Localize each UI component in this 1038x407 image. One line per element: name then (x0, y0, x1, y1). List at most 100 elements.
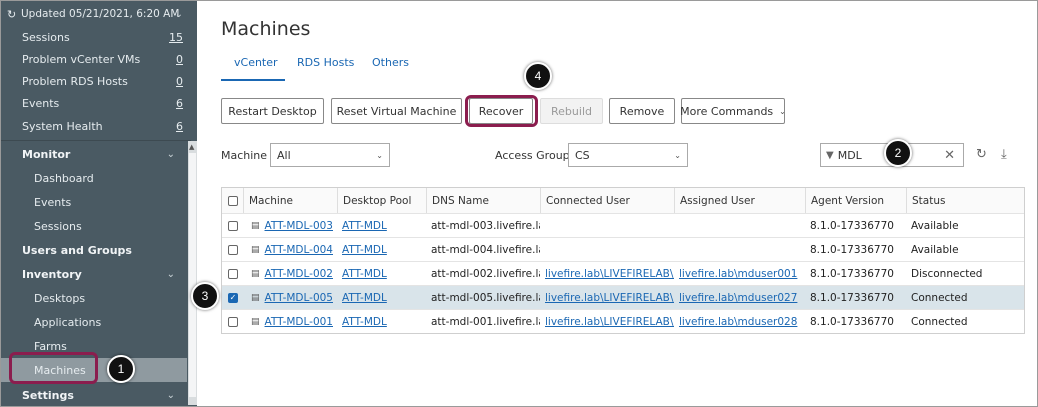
sidebar-group-inventory[interactable]: Inventory ⌄ (1, 263, 187, 285)
row-checkbox[interactable] (228, 268, 238, 279)
status-value: Available (911, 243, 959, 256)
connected-value[interactable]: livefire.lab\LIVEFIRELAB\... (545, 268, 674, 280)
assigned-value[interactable]: livefire.lab\mduser027 (679, 292, 797, 304)
stat-label: Sessions (22, 30, 70, 44)
row-checkbox[interactable] (228, 244, 238, 255)
scroll-up-icon[interactable]: ▲ (189, 143, 194, 151)
cell-dns: att-mdl-003.livefire.lab (426, 214, 540, 237)
access-group-value: CS (575, 148, 590, 162)
row-checkbox-cell[interactable] (222, 214, 244, 237)
sidebar-item-dashboard[interactable]: Dashboard (1, 167, 187, 189)
dns-value: att-mdl-003.livefire.lab (431, 219, 540, 232)
row-checkbox[interactable] (228, 316, 238, 327)
more-commands-button[interactable]: More Commands ⌄ (680, 98, 786, 124)
callout-2: 2 (884, 139, 912, 167)
sidebar-group-label: Inventory (22, 267, 82, 281)
sidebar-item-users-and-groups[interactable]: Users and Groups (1, 239, 187, 261)
table-row[interactable]: ▤ ATT-MDL-002 ATT-MDL att-mdl-002.livefire.… (222, 261, 1024, 285)
status-value: Connected (911, 291, 968, 304)
access-group-select[interactable]: CS ⌄ (568, 143, 688, 167)
sidebar-group-settings[interactable]: Settings ⌄ (1, 384, 187, 406)
column-header-assigned-user[interactable]: Assigned User (674, 188, 805, 213)
assigned-value[interactable]: livefire.lab\mduser028 (679, 316, 797, 328)
table-row[interactable]: ✓ ▤ ATT-MDL-005 ATT-MDL att-mdl-005.livefire… (222, 285, 1024, 309)
refresh-icon[interactable]: ↻ (976, 147, 987, 162)
tab-vcenter[interactable]: vCenter (234, 56, 278, 69)
restart-desktop-button[interactable]: Restart Desktop (221, 98, 324, 124)
machine-value[interactable]: ATT-MDL-004 (265, 244, 333, 256)
pool-value[interactable]: ATT-MDL (342, 220, 387, 232)
sidebar-item-sessions[interactable]: Sessions (1, 215, 187, 237)
row-checkbox[interactable] (228, 220, 238, 231)
reset-virtual-machine-button[interactable]: Reset Virtual Machine (331, 98, 462, 124)
pool-value[interactable]: ATT-MDL (342, 316, 387, 328)
pool-value[interactable]: ATT-MDL (342, 244, 387, 256)
column-header-status[interactable]: Status (906, 188, 1024, 213)
stat-events[interactable]: Events 6 (1, 92, 187, 114)
table-row[interactable]: ▤ ATT-MDL-004 ATT-MDL att-mdl-004.livefire.… (222, 237, 1024, 261)
row-checkbox-cell[interactable] (222, 310, 244, 333)
stat-count[interactable]: 0 (176, 53, 183, 66)
stat-sessions[interactable]: Sessions 15 (1, 26, 187, 48)
download-icon[interactable]: ⤓ (1001, 147, 1007, 162)
column-header-machine[interactable]: Machine (243, 188, 338, 213)
stat-count[interactable]: 0 (176, 75, 183, 88)
column-header-agent-version[interactable]: Agent Version (805, 188, 906, 213)
stat-count[interactable]: 6 (176, 97, 183, 110)
chevron-down-icon[interactable]: ⌄ (175, 9, 183, 20)
vm-icon: ▤ (251, 268, 260, 279)
machine-value[interactable]: ATT-MDL-003 (265, 220, 333, 232)
row-checkbox-cell[interactable] (222, 262, 244, 285)
table-row[interactable]: ▤ ATT-MDL-001 ATT-MDL att-mdl-001.livefire.… (222, 309, 1024, 333)
sidebar-group-monitor[interactable]: Monitor ⌄ (1, 143, 187, 165)
stat-count[interactable]: 6 (176, 120, 183, 133)
row-checkbox-cell[interactable]: ✓ (222, 286, 244, 309)
refresh-icon[interactable]: ↻ (7, 8, 16, 21)
cell-connected (540, 214, 674, 237)
header-select-all[interactable] (222, 188, 244, 213)
stat-problem-rds-hosts[interactable]: Problem RDS Hosts 0 (1, 70, 187, 92)
chevron-down-icon: ⌄ (166, 268, 175, 280)
sidebar-item-applications[interactable]: Applications (1, 311, 187, 333)
assigned-value[interactable]: livefire.lab\mduser001 (679, 268, 797, 280)
row-checkbox-cell[interactable] (222, 238, 244, 261)
cell-assigned: livefire.lab\mduser027 (674, 286, 805, 309)
machine-value[interactable]: ATT-MDL-002 (265, 268, 333, 280)
cell-assigned (674, 214, 805, 237)
stat-system-health[interactable]: System Health 6 (1, 115, 187, 137)
dns-value: att-mdl-002.livefire.lab (431, 267, 540, 280)
updated-row[interactable]: ↻ Updated 05/21/2021, 6:20 AM ⌄ (1, 3, 187, 25)
cell-status: Available (906, 214, 1024, 237)
column-header-dns-name[interactable]: DNS Name (426, 188, 540, 213)
table-row[interactable]: ▤ ATT-MDL-003 ATT-MDL att-mdl-003.livefire.… (222, 213, 1024, 237)
pool-value[interactable]: ATT-MDL (342, 292, 387, 304)
clear-icon[interactable]: ✕ (944, 148, 955, 163)
column-header-connected-user[interactable]: Connected User (540, 188, 674, 213)
row-checkbox[interactable]: ✓ (228, 292, 238, 303)
updated-label: Updated 05/21/2021, 6:20 AM (21, 8, 180, 20)
chevron-down-icon: ⌄ (376, 150, 383, 160)
machine-filter-select[interactable]: All ⌄ (270, 143, 390, 167)
sidebar-scroll-thumb[interactable] (189, 153, 196, 397)
tab-rds-hosts[interactable]: RDS Hosts (297, 56, 354, 69)
cell-machine: ▤ ATT-MDL-002 (243, 262, 338, 285)
sidebar-item-desktops[interactable]: Desktops (1, 287, 187, 309)
machine-filter-value: All (277, 148, 291, 162)
cell-agent: 8.1.0-17336770 (805, 238, 906, 261)
stat-problem-vcenter-vms[interactable]: Problem vCenter VMs 0 (1, 48, 187, 70)
tab-others[interactable]: Others (372, 56, 409, 69)
machine-value[interactable]: ATT-MDL-001 (265, 316, 333, 328)
column-header-desktop-pool[interactable]: Desktop Pool (337, 188, 427, 213)
connected-value[interactable]: livefire.lab\LIVEFIRELAB\... (545, 316, 674, 328)
access-group-label: Access Group (495, 149, 570, 162)
cell-status: Disconnected (906, 262, 1024, 285)
sidebar-item-events[interactable]: Events (1, 191, 187, 213)
pool-value[interactable]: ATT-MDL (342, 268, 387, 280)
rebuild-button[interactable]: Rebuild (540, 98, 603, 124)
connected-value[interactable]: livefire.lab\LIVEFIRELAB\... (545, 292, 674, 304)
remove-button[interactable]: Remove (609, 98, 675, 124)
stat-count[interactable]: 15 (169, 31, 183, 44)
sidebar-item-label: Farms (34, 339, 67, 353)
machine-value[interactable]: ATT-MDL-005 (265, 292, 333, 304)
select-all-checkbox[interactable] (228, 195, 238, 206)
